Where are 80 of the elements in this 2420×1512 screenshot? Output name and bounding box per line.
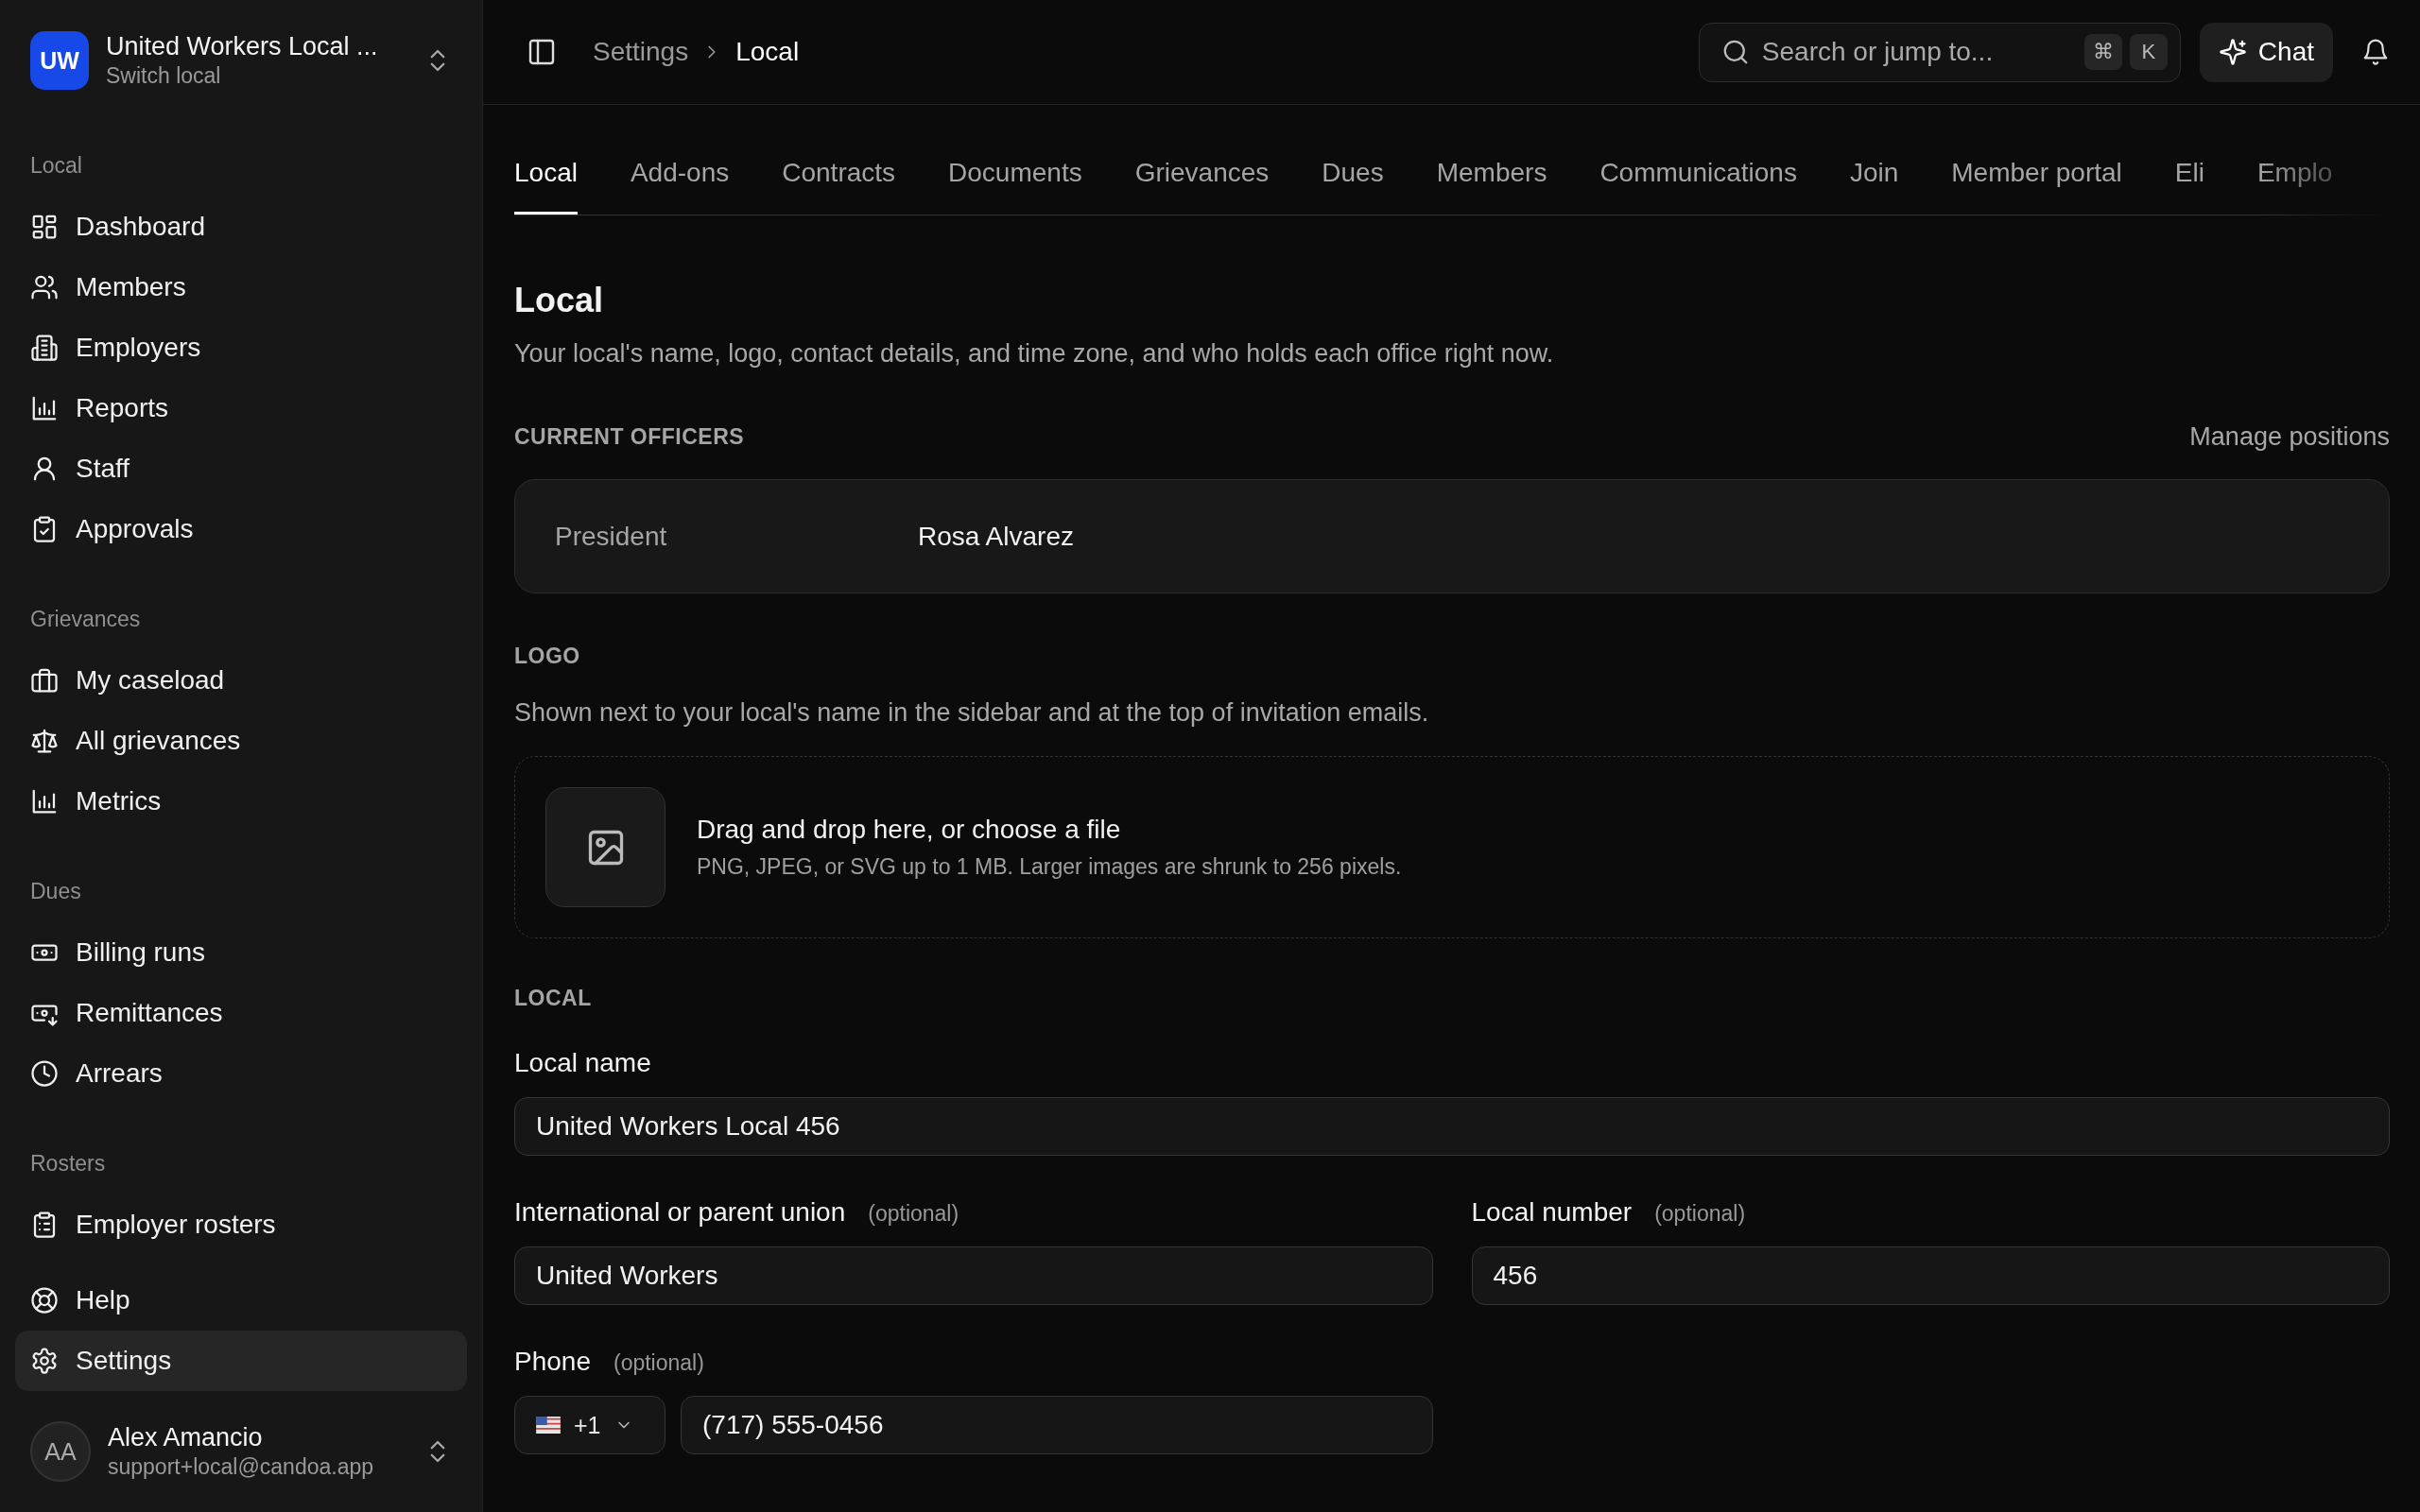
breadcrumb-link[interactable]: Settings (593, 37, 689, 67)
shortcut-key: K (2129, 33, 2168, 70)
dashboard-icon (30, 213, 59, 241)
workspace-name[interactable]: United Workers Local ... (106, 32, 378, 61)
flag-icon (536, 1417, 561, 1434)
logo-dropzone[interactable]: Drag and drop here, or choose a file PNG, JPEG, or SVG up to 1 MB. Larger images are shrunk to 256 pixels. (514, 756, 2390, 938)
text-input[interactable]: United Workers (514, 1246, 1433, 1305)
nav-item[interactable]: Arrears (15, 1043, 467, 1104)
bar-chart-icon (30, 394, 59, 422)
tab[interactable]: Add-ons (630, 133, 730, 215)
user-name: Alex Amancio (108, 1423, 263, 1452)
tab[interactable]: Join (1849, 133, 1899, 215)
field-label: Local number (1471, 1196, 1633, 1228)
dropzone-hint: PNG, JPEG, or SVG up to 1 MB. Larger images are shrunk to 256 pixels. (697, 854, 1402, 880)
officer-position: President (555, 521, 668, 552)
nav-item[interactable]: All grievances (15, 711, 467, 771)
shortcut-key: ⌘ (2083, 33, 2122, 70)
tab[interactable]: Dues (1322, 133, 1384, 215)
nav-item[interactable]: Members (15, 257, 467, 318)
breadcrumb-link[interactable]: Local (735, 37, 800, 67)
user-email: support+local@candoa.app (108, 1454, 374, 1480)
country-code-select[interactable]: +1 (514, 1396, 666, 1454)
bar-chart-icon (30, 787, 59, 816)
page-description: Your local's name, logo, contact details, and time zone, and who holds each office right now. (514, 338, 1555, 369)
nav-item[interactable]: My caseload (15, 650, 467, 711)
section-heading: CURRENT OFFICERS (514, 423, 745, 451)
optional-hint: (optional) (868, 1201, 959, 1227)
section-heading: LOCAL (514, 985, 592, 1012)
workspace-subtitle: Switch local (106, 63, 221, 89)
workspace-logo[interactable]: UW (30, 31, 89, 90)
section-description: Shown next to your local's name in the sidebar and at the top of invitation emails. (514, 697, 1430, 729)
section-heading: LOGO (514, 643, 580, 670)
dropzone-title: Drag and drop here, or choose a file (697, 815, 1121, 845)
text-input[interactable]: 456 (1471, 1246, 2390, 1305)
nav-item[interactable]: Metrics (15, 771, 467, 832)
bell-icon[interactable] (2361, 38, 2390, 66)
section-label: Dues (29, 878, 82, 905)
people-icon (30, 273, 59, 301)
nav-item[interactable]: Settings (15, 1331, 467, 1391)
nav-item[interactable]: Dashboard (15, 197, 467, 257)
nav-item[interactable]: Remittances (15, 983, 467, 1043)
nav-item[interactable]: Employer rosters (15, 1194, 467, 1255)
field-label: Phone (514, 1346, 591, 1378)
lifebuoy-icon (30, 1286, 59, 1314)
clock-icon (30, 1059, 59, 1088)
optional-hint: (optional) (1654, 1201, 1746, 1227)
field-label: International or parent union (514, 1196, 846, 1228)
tab[interactable]: Grievances (1134, 133, 1270, 215)
tab[interactable]: Local (514, 133, 578, 215)
officer-name: Rosa Alvarez (918, 521, 1074, 552)
optional-hint: (optional) (613, 1350, 704, 1376)
nav-item[interactable]: Reports (15, 378, 467, 438)
nav-item[interactable]: Approvals (15, 499, 467, 559)
tab[interactable]: Member portal (1951, 133, 2122, 215)
phone-input[interactable]: (717) 555-0456 (681, 1396, 1433, 1454)
nav-item[interactable]: Employers (15, 318, 467, 378)
section-label: Local (29, 152, 83, 180)
settings-icon (30, 1347, 59, 1375)
scale-icon (30, 727, 59, 755)
avatar[interactable]: AA (30, 1421, 91, 1482)
manage-positions-link[interactable]: Manage positions (2189, 421, 2390, 452)
nav-item[interactable]: Staff (15, 438, 467, 499)
sparkle-icon (2218, 38, 2247, 66)
chat-button[interactable]: Chat (2199, 22, 2333, 82)
section-label: Grievances (29, 606, 142, 633)
page-title: Local (514, 280, 605, 321)
nav-item[interactable]: Billing runs (15, 922, 467, 983)
briefcase-icon (30, 666, 59, 695)
building-icon (30, 334, 59, 362)
nav-item[interactable]: Help (15, 1270, 467, 1331)
sidebar-toggle-icon[interactable] (527, 37, 557, 67)
section-label: Rosters (29, 1150, 107, 1177)
tab[interactable]: Documents (948, 133, 1082, 215)
tab[interactable]: Members (1436, 133, 1547, 215)
text-input[interactable]: United Workers Local 456 (514, 1097, 2390, 1156)
tab[interactable]: Emplo (2256, 133, 2333, 215)
tab[interactable]: Communications (1599, 133, 1797, 215)
field-label: Local name (514, 1047, 651, 1079)
tab[interactable]: Contracts (782, 133, 896, 215)
tab[interactable]: Eli (2174, 133, 2204, 215)
